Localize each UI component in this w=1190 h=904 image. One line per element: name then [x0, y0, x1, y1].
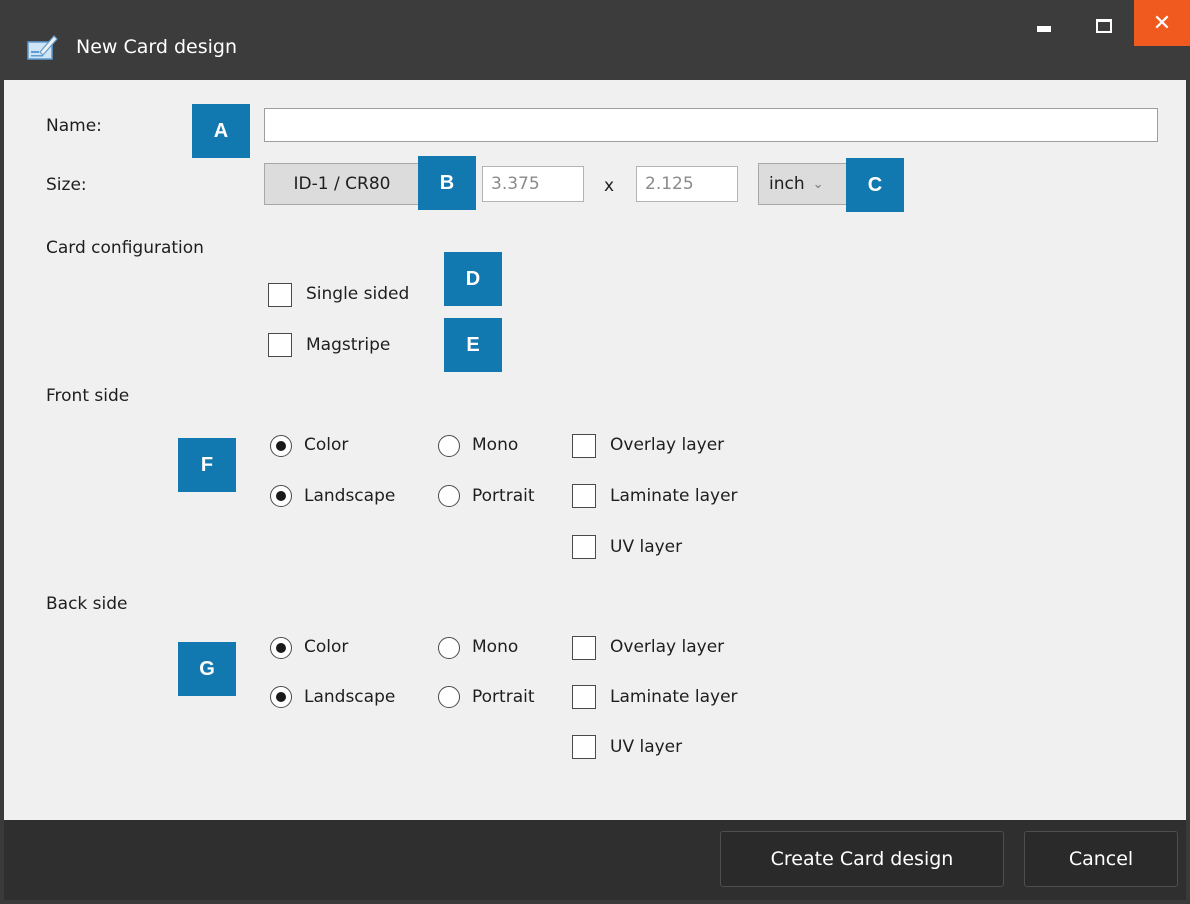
back-mono-radio[interactable]: [438, 637, 460, 659]
back-overlay-label: Overlay layer: [610, 637, 725, 657]
close-button[interactable]: ✕: [1134, 0, 1190, 46]
maximize-icon: [1096, 19, 1112, 33]
cancel-button-label: Cancel: [1068, 848, 1134, 870]
front-mono-radio[interactable]: [438, 435, 460, 457]
marker-g: G: [178, 642, 236, 696]
height-input[interactable]: 2.125: [636, 166, 738, 202]
unit-value: inch: [769, 174, 805, 194]
close-icon: ✕: [1152, 10, 1172, 36]
back-landscape-radio[interactable]: [270, 686, 292, 708]
unit-select[interactable]: inch ⌄: [758, 163, 848, 205]
create-button-label: Create Card design: [770, 848, 954, 870]
front-uv-checkbox[interactable]: [572, 535, 596, 559]
create-card-design-button[interactable]: Create Card design: [720, 831, 1004, 887]
single-sided-label: Single sided: [306, 284, 410, 304]
dialog-window: New Card design ✕ Name: A Size: ID-1 / C…: [0, 0, 1190, 904]
back-uv-label: UV layer: [610, 737, 683, 757]
card-design-icon: [27, 35, 58, 60]
front-color-radio[interactable]: [270, 435, 292, 457]
width-input[interactable]: 3.375: [482, 166, 584, 202]
back-uv-checkbox[interactable]: [572, 735, 596, 759]
back-color-radio[interactable]: [270, 637, 292, 659]
single-sided-checkbox[interactable]: [268, 283, 292, 307]
back-laminate-label: Laminate layer: [610, 687, 738, 707]
marker-e: E: [444, 318, 502, 372]
front-landscape-radio[interactable]: [270, 485, 292, 507]
size-preset-button[interactable]: ID-1 / CR80: [264, 163, 420, 205]
magstripe-checkbox[interactable]: [268, 333, 292, 357]
minimize-button[interactable]: [1022, 6, 1066, 46]
back-mono-label: Mono: [472, 637, 519, 657]
marker-d: D: [444, 252, 502, 306]
marker-c: C: [846, 158, 904, 212]
dimension-times: x: [604, 176, 615, 196]
front-mono-label: Mono: [472, 435, 519, 455]
front-side-label: Front side: [46, 386, 130, 406]
front-laminate-label: Laminate layer: [610, 486, 738, 506]
back-portrait-label: Portrait: [472, 687, 535, 707]
back-overlay-checkbox[interactable]: [572, 636, 596, 660]
minimize-icon: [1037, 26, 1051, 32]
maximize-button[interactable]: [1082, 6, 1126, 46]
back-laminate-checkbox[interactable]: [572, 685, 596, 709]
back-color-label: Color: [304, 637, 349, 657]
title-bar: New Card design ✕: [0, 0, 1190, 80]
cancel-button[interactable]: Cancel: [1024, 831, 1178, 887]
front-uv-label: UV layer: [610, 537, 683, 557]
window-title: New Card design: [76, 36, 237, 58]
front-portrait-radio[interactable]: [438, 485, 460, 507]
size-preset-label: ID-1 / CR80: [293, 174, 391, 194]
card-config-label: Card configuration: [46, 238, 204, 258]
marker-b: B: [418, 156, 476, 210]
front-color-label: Color: [304, 435, 349, 455]
name-label: Name:: [46, 116, 102, 136]
front-overlay-label: Overlay layer: [610, 435, 725, 455]
chevron-down-icon: ⌄: [812, 176, 824, 192]
dialog-footer: [4, 820, 1186, 900]
front-laminate-checkbox[interactable]: [572, 484, 596, 508]
name-input[interactable]: [264, 108, 1158, 142]
front-landscape-label: Landscape: [304, 486, 396, 506]
front-overlay-checkbox[interactable]: [572, 434, 596, 458]
marker-f: F: [178, 438, 236, 492]
magstripe-label: Magstripe: [306, 335, 391, 355]
size-label: Size:: [46, 175, 87, 195]
back-side-label: Back side: [46, 594, 128, 614]
front-portrait-label: Portrait: [472, 486, 535, 506]
back-landscape-label: Landscape: [304, 687, 396, 707]
marker-a: A: [192, 104, 250, 158]
back-portrait-radio[interactable]: [438, 686, 460, 708]
